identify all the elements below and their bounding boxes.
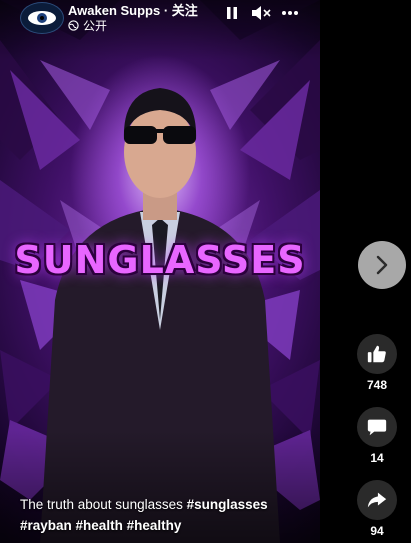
share-count: 94 [370, 524, 384, 538]
page-avatar[interactable] [20, 2, 64, 34]
video-caption: The truth about sunglasses #sunglasses #… [20, 494, 310, 536]
globe-icon [68, 20, 79, 31]
video-player[interactable]: Awaken Supps · 关注 公开 SUNGLASSES The trut… [0, 0, 320, 543]
hashtag-sunglasses[interactable]: #sunglasses [187, 497, 268, 512]
hashtag-healthy[interactable]: #healthy [127, 518, 182, 533]
share-button[interactable] [357, 480, 397, 520]
like-action: 748 [357, 334, 397, 392]
audience-text: 公开 [83, 19, 108, 33]
like-count: 748 [366, 378, 388, 392]
thumbs-up-icon [367, 345, 386, 363]
eye-logo-icon [28, 11, 56, 25]
audience-label: 公开 [68, 17, 107, 34]
next-video-button[interactable] [358, 241, 406, 289]
comment-button[interactable] [357, 407, 397, 447]
caption-text: The truth about sunglasses [20, 497, 183, 512]
like-button[interactable] [357, 334, 397, 374]
video-title-overlay: SUNGLASSES [14, 238, 306, 282]
pause-icon[interactable] [224, 4, 240, 22]
hashtag-rayban[interactable]: #rayban [20, 518, 72, 533]
comment-count: 14 [370, 451, 384, 465]
volume-muted-icon[interactable] [250, 4, 272, 22]
share-action: 94 [357, 480, 397, 538]
more-icon[interactable] [280, 4, 300, 22]
hashtag-health[interactable]: #health [76, 518, 123, 533]
comment-icon [367, 419, 387, 436]
video-header: Awaken Supps · 关注 公开 [0, 0, 320, 36]
share-icon [367, 492, 387, 508]
comment-action: 14 [357, 407, 397, 465]
chevron-right-icon [376, 255, 388, 275]
